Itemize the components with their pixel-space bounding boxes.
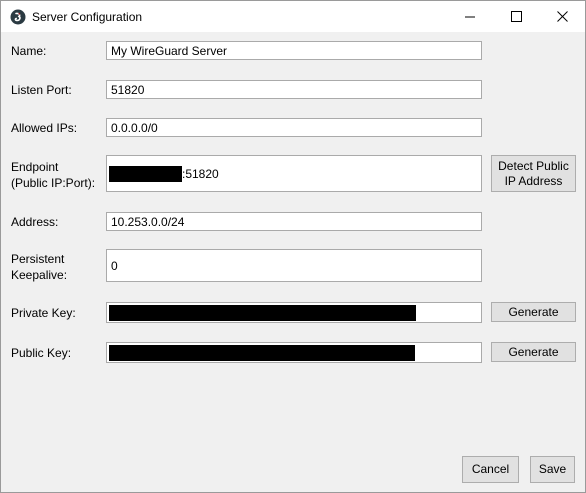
name-field[interactable]: My WireGuard Server — [106, 41, 482, 60]
maximize-icon — [510, 11, 522, 22]
public-key-redaction — [109, 344, 415, 361]
persistent-keepalive-label: Persistent Keepalive: — [11, 251, 67, 283]
keepalive-label-line1: Persistent — [11, 252, 65, 266]
window-title: Server Configuration — [32, 10, 143, 24]
private-key-field[interactable] — [106, 302, 482, 323]
endpoint-port-value: :51820 — [182, 166, 219, 181]
maximize-button[interactable] — [493, 1, 539, 32]
generate-private-key-button[interactable]: Generate — [491, 302, 576, 322]
address-field[interactable]: 10.253.0.0/24 — [106, 212, 482, 231]
endpoint-field[interactable]: :51820 — [106, 155, 482, 192]
allowed-ips-label: Allowed IPs: — [11, 121, 78, 135]
keepalive-value: 0 — [111, 258, 118, 273]
name-label: Name: — [11, 44, 47, 58]
wireguard-logo-icon — [10, 9, 26, 25]
private-key-redaction — [109, 304, 416, 321]
endpoint-label-line1: Endpoint — [11, 160, 59, 174]
endpoint-label: Endpoint (Public IP:Port): — [11, 159, 95, 191]
name-value: My WireGuard Server — [111, 43, 228, 58]
save-button[interactable]: Save — [530, 456, 575, 483]
listen-port-field[interactable]: 51820 — [106, 80, 482, 99]
minimize-icon — [464, 16, 475, 18]
address-value: 10.253.0.0/24 — [111, 214, 185, 229]
listen-port-value: 51820 — [111, 82, 145, 97]
title-bar[interactable]: Server Configuration — [1, 1, 585, 32]
generate-public-key-button[interactable]: Generate — [491, 342, 576, 362]
detect-public-ip-button[interactable]: Detect Public IP Address — [491, 155, 576, 192]
detect-public-ip-button-text: Detect Public IP Address — [498, 159, 569, 189]
close-icon — [556, 11, 568, 22]
allowed-ips-field[interactable]: 0.0.0.0/0 — [106, 118, 482, 137]
endpoint-ip-redaction — [109, 165, 182, 182]
server-configuration-window: Server Configuration Name: My WireGuard … — [0, 0, 586, 493]
address-label: Address: — [11, 215, 59, 229]
cancel-button[interactable]: Cancel — [462, 456, 519, 483]
detect-button-line1: Detect Public — [498, 158, 569, 173]
minimize-button[interactable] — [447, 1, 493, 32]
allowed-ips-value: 0.0.0.0/0 — [111, 120, 158, 135]
persistent-keepalive-field[interactable]: 0 — [106, 249, 482, 282]
listen-port-label: Listen Port: — [11, 83, 72, 97]
endpoint-label-line2: (Public IP:Port): — [11, 176, 96, 190]
detect-button-line2: IP Address — [504, 173, 563, 188]
private-key-label: Private Key: — [11, 306, 76, 320]
close-button[interactable] — [539, 1, 585, 32]
public-key-field[interactable] — [106, 342, 482, 363]
keepalive-label-line2: Keepalive: — [11, 268, 68, 282]
public-key-label: Public Key: — [11, 346, 72, 360]
